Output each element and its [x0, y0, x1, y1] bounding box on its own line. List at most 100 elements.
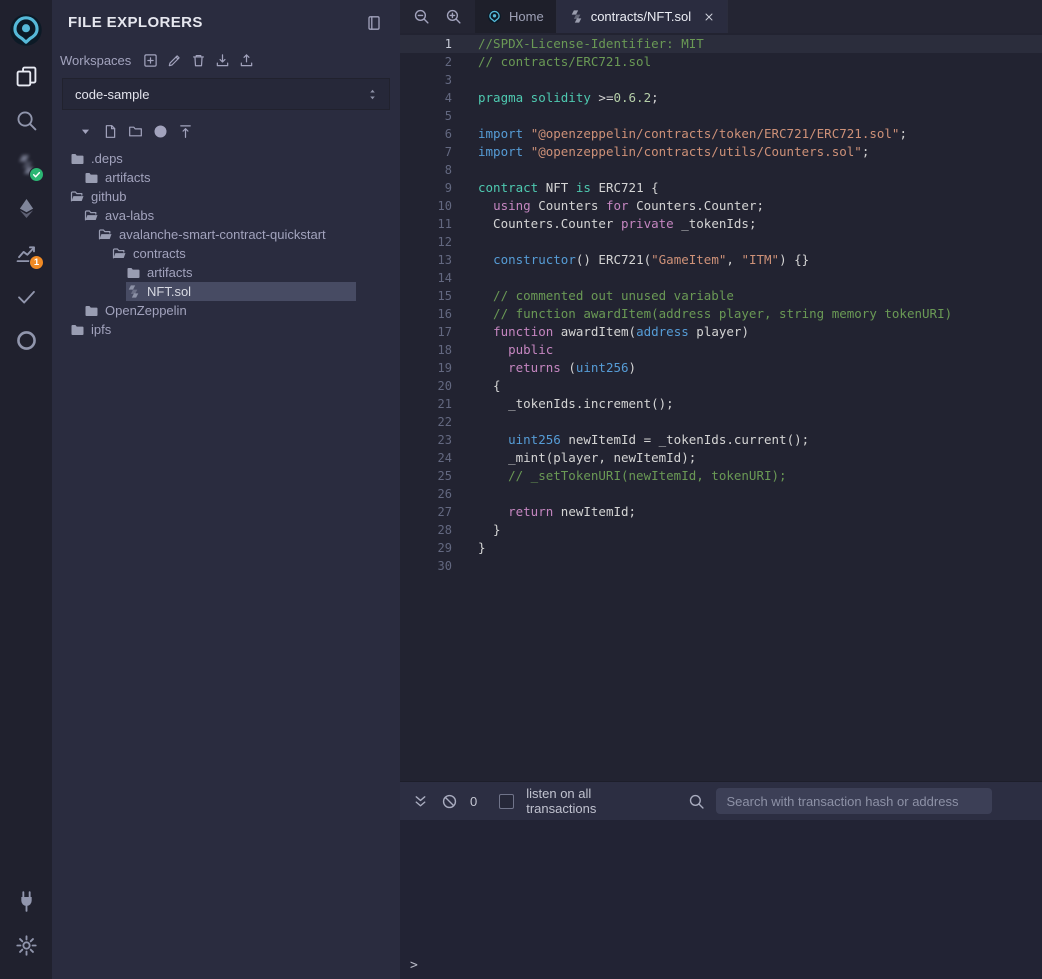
plugin-manager-icon[interactable]: [6, 879, 46, 923]
code-line[interactable]: 11 Counters.Counter private _tokenIds;: [400, 215, 1042, 233]
upload-file-icon[interactable]: [178, 124, 193, 139]
new-file-icon[interactable]: [103, 124, 118, 139]
line-number[interactable]: 4: [400, 89, 452, 107]
line-number[interactable]: 13: [400, 251, 452, 269]
analytics-icon[interactable]: 1: [6, 230, 46, 274]
zoom-in-icon[interactable]: [445, 8, 462, 25]
line-number[interactable]: 2: [400, 53, 452, 71]
code-line[interactable]: 30: [400, 557, 1042, 575]
line-number[interactable]: 25: [400, 467, 452, 485]
code-line[interactable]: 4pragma solidity >=0.6.2;: [400, 89, 1042, 107]
line-number[interactable]: 6: [400, 125, 452, 143]
code-line[interactable]: 2// contracts/ERC721.sol: [400, 53, 1042, 71]
expand-terminal-icon[interactable]: [412, 793, 429, 810]
code-line[interactable]: 21 _tokenIds.increment();: [400, 395, 1042, 413]
solidity-compiler-icon[interactable]: [6, 142, 46, 186]
code-line[interactable]: 5: [400, 107, 1042, 125]
code-line[interactable]: 27 return newItemId;: [400, 503, 1042, 521]
code-editor[interactable]: 1//SPDX-License-Identifier: MIT2// contr…: [400, 33, 1042, 781]
line-number[interactable]: 1: [400, 35, 452, 53]
panel-menu-icon[interactable]: [366, 15, 382, 31]
line-number[interactable]: 21: [400, 395, 452, 413]
zoom-out-icon[interactable]: [413, 8, 430, 25]
line-number[interactable]: 28: [400, 521, 452, 539]
line-number[interactable]: 3: [400, 71, 452, 89]
tab-contracts-nft-sol[interactable]: contracts/NFT.sol: [557, 0, 728, 33]
deploy-run-icon[interactable]: [6, 186, 46, 230]
line-number[interactable]: 24: [400, 449, 452, 467]
line-number[interactable]: 20: [400, 377, 452, 395]
code-line[interactable]: 3: [400, 71, 1042, 89]
code-line[interactable]: 19 returns (uint256): [400, 359, 1042, 377]
line-number[interactable]: 29: [400, 539, 452, 557]
folder-github[interactable]: github: [52, 187, 400, 206]
code-line[interactable]: 13 constructor() ERC721("GameItem", "ITM…: [400, 251, 1042, 269]
listen-transactions-checkbox[interactable]: [499, 794, 514, 809]
line-number[interactable]: 18: [400, 341, 452, 359]
code-line[interactable]: 8: [400, 161, 1042, 179]
folder-deps[interactable]: .deps: [52, 149, 400, 168]
clear-console-icon[interactable]: [441, 793, 458, 810]
line-number[interactable]: 26: [400, 485, 452, 503]
code-line[interactable]: 14: [400, 269, 1042, 287]
code-line[interactable]: 26: [400, 485, 1042, 503]
sourcify-icon[interactable]: [6, 318, 46, 362]
line-number[interactable]: 5: [400, 107, 452, 125]
folder-ava-labs[interactable]: ava-labs: [52, 206, 400, 225]
code-line[interactable]: 9contract NFT is ERC721 {: [400, 179, 1042, 197]
folder-avalanche-smart-contract-quickstart[interactable]: avalanche-smart-contract-quickstart: [52, 225, 400, 244]
search-icon[interactable]: [6, 98, 46, 142]
code-line[interactable]: 6import "@openzeppelin/contracts/token/E…: [400, 125, 1042, 143]
folder-contracts[interactable]: contracts: [52, 244, 400, 263]
code-line[interactable]: 17 function awardItem(address player): [400, 323, 1042, 341]
line-number[interactable]: 22: [400, 413, 452, 431]
code-line[interactable]: 7import "@openzeppelin/contracts/utils/C…: [400, 143, 1042, 161]
github-import-icon[interactable]: [153, 124, 168, 139]
line-number[interactable]: 10: [400, 197, 452, 215]
folder-artifacts[interactable]: artifacts: [52, 168, 400, 187]
code-line[interactable]: 29}: [400, 539, 1042, 557]
code-line[interactable]: 10 using Counters for Counters.Counter;: [400, 197, 1042, 215]
upload-workspace-icon[interactable]: [239, 53, 254, 68]
code-line[interactable]: 18 public: [400, 341, 1042, 359]
line-number[interactable]: 30: [400, 557, 452, 575]
line-number[interactable]: 11: [400, 215, 452, 233]
line-number[interactable]: 16: [400, 305, 452, 323]
line-number[interactable]: 12: [400, 233, 452, 251]
create-workspace-icon[interactable]: [143, 53, 158, 68]
code-line[interactable]: 28 }: [400, 521, 1042, 539]
settings-icon[interactable]: [6, 923, 46, 967]
code-line[interactable]: 20 {: [400, 377, 1042, 395]
tab-home[interactable]: Home: [475, 0, 557, 33]
download-workspace-icon[interactable]: [215, 53, 230, 68]
delete-workspace-icon[interactable]: [191, 53, 206, 68]
code-line[interactable]: 1//SPDX-License-Identifier: MIT: [400, 35, 1042, 53]
new-folder-icon[interactable]: [128, 124, 143, 139]
folder-artifacts[interactable]: artifacts: [52, 263, 400, 282]
folder-ipfs[interactable]: ipfs: [52, 320, 400, 339]
folder-openzeppelin[interactable]: OpenZeppelin: [52, 301, 400, 320]
line-number[interactable]: 9: [400, 179, 452, 197]
workspace-select[interactable]: code-sample: [62, 78, 390, 110]
line-number[interactable]: 19: [400, 359, 452, 377]
static-analysis-icon[interactable]: [6, 274, 46, 318]
line-number[interactable]: 17: [400, 323, 452, 341]
line-number[interactable]: 7: [400, 143, 452, 161]
collapse-chevron-icon[interactable]: [78, 124, 93, 139]
code-line[interactable]: 23 uint256 newItemId = _tokenIds.current…: [400, 431, 1042, 449]
code-line[interactable]: 15 // commented out unused variable: [400, 287, 1042, 305]
line-number[interactable]: 15: [400, 287, 452, 305]
file-nft-sol[interactable]: NFT.sol: [52, 282, 400, 301]
rename-workspace-icon[interactable]: [167, 53, 182, 68]
code-line[interactable]: 22: [400, 413, 1042, 431]
line-number[interactable]: 14: [400, 269, 452, 287]
code-line[interactable]: 24 _mint(player, newItemId);: [400, 449, 1042, 467]
transaction-search-input[interactable]: [716, 788, 992, 814]
line-number[interactable]: 23: [400, 431, 452, 449]
line-number[interactable]: 8: [400, 161, 452, 179]
line-number[interactable]: 27: [400, 503, 452, 521]
code-line[interactable]: 25 // _setTokenURI(newItemId, tokenURI);: [400, 467, 1042, 485]
code-line[interactable]: 16 // function awardItem(address player,…: [400, 305, 1042, 323]
close-icon[interactable]: [703, 11, 715, 23]
code-line[interactable]: 12: [400, 233, 1042, 251]
